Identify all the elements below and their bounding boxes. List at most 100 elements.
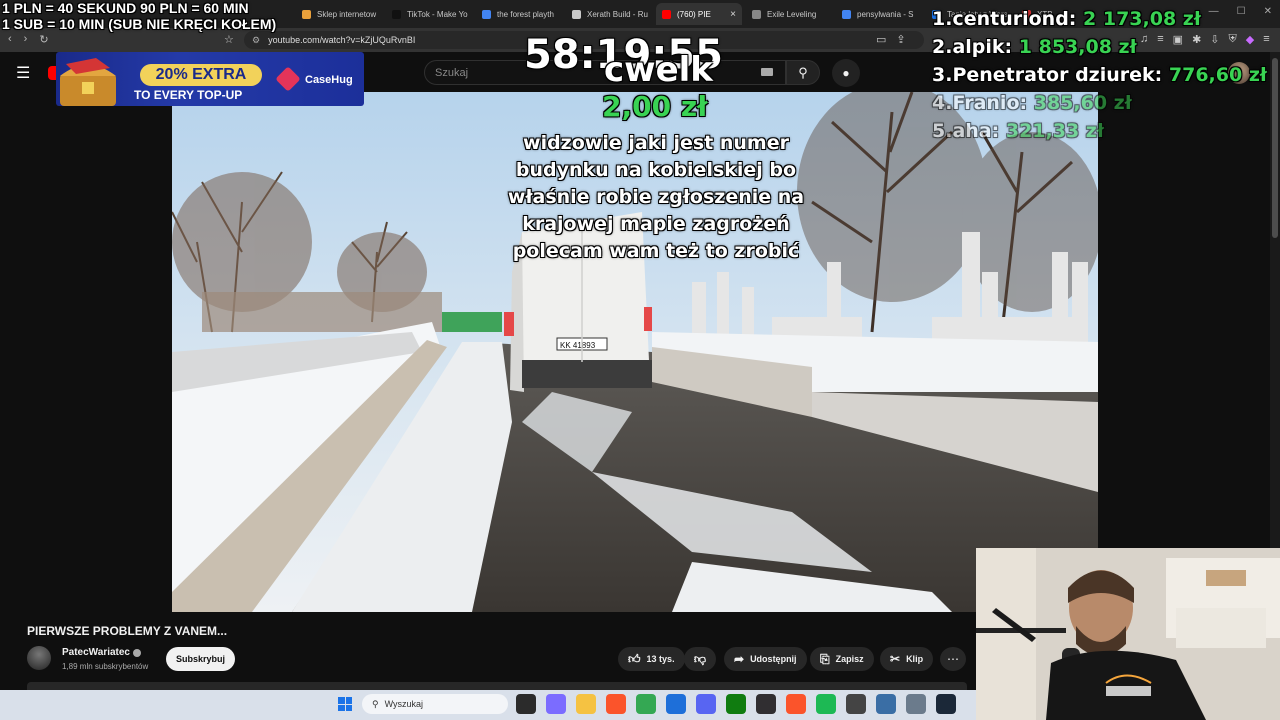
tab-label: the forest playth — [497, 9, 554, 19]
search-button[interactable]: ⚲ — [786, 60, 820, 85]
leaderboard-name: centuriond: — [952, 8, 1077, 30]
browser-tab[interactable]: Xerath Build - Ru — [566, 3, 652, 25]
settings-icon[interactable] — [906, 694, 926, 714]
shield-icon[interactable]: ⛨ — [1229, 33, 1237, 46]
taskbar-search[interactable]: ⚲ Wyszukaj — [362, 694, 508, 714]
extension-icons: ♫ ≡ ▣ ✱ ⇩ ⛨ ◆ ≡ — [1140, 33, 1270, 46]
channel-avatar[interactable] — [27, 646, 51, 670]
tab-label: pensylwania - S — [857, 9, 914, 19]
tab-favicon-icon — [392, 9, 401, 19]
scissors-icon: ✂ — [890, 652, 901, 666]
leaderboard-row: 4.Franio: 385,60 zł — [932, 92, 1132, 114]
chrome-icon[interactable] — [636, 694, 656, 714]
leaderboard-name: aha: — [952, 120, 1000, 142]
save-label: Zapisz — [835, 654, 864, 664]
maximize-icon[interactable]: ☐ — [1237, 6, 1246, 17]
brave-2-icon[interactable] — [786, 694, 806, 714]
discord-icon[interactable] — [696, 694, 716, 714]
ad-brand: CaseHug — [305, 74, 353, 86]
back-icon[interactable]: ‹ — [8, 33, 12, 46]
brave-icon[interactable] — [606, 694, 626, 714]
more-actions-button[interactable]: ⋯ — [940, 647, 966, 671]
taskbar-search-label: Wyszukaj — [384, 699, 424, 709]
window-controls: — ☐ ✕ — [1209, 6, 1272, 17]
leaderboard-amount: 776,60 zł — [1168, 64, 1267, 86]
tab-favicon-icon — [572, 9, 581, 19]
like-button[interactable]: 👍︎ 13 tys. — [618, 647, 685, 671]
bookmark-icon[interactable]: ☆ — [224, 33, 234, 46]
reading-list-icon[interactable]: ≡ — [1157, 33, 1163, 46]
description-box[interactable] — [27, 682, 967, 690]
tab-favicon-icon — [302, 9, 311, 19]
leaderboard-row: 1.centuriond: 2 173,08 zł — [932, 8, 1201, 30]
ai-icon[interactable]: ◆ — [1246, 33, 1254, 46]
file-explorer-icon[interactable] — [576, 694, 596, 714]
windows-start-icon[interactable] — [338, 697, 352, 711]
subscribe-button[interactable]: Subskrybuj — [166, 647, 235, 671]
save-button[interactable]: ⎘ Zapisz — [810, 647, 874, 671]
share-label: Udostępnij — [750, 654, 797, 664]
browser-tab[interactable]: (760) PIE × — [656, 3, 742, 25]
nav-buttons: ‹ › ↻ — [8, 33, 49, 46]
minimize-icon[interactable]: — — [1209, 6, 1219, 17]
browser-tab[interactable]: the forest playth — [476, 3, 562, 25]
extensions-icon[interactable]: ✱ — [1192, 33, 1201, 46]
music-icon[interactable]: ♫ — [1140, 33, 1148, 46]
channel-name[interactable]: PatecWariatec — [62, 647, 130, 658]
close-icon[interactable]: ✕ — [1264, 6, 1272, 17]
clip-button[interactable]: ✂ Klip — [880, 647, 934, 671]
cast-icon[interactable]: ▭ — [876, 33, 886, 46]
task-view-icon[interactable] — [516, 694, 536, 714]
hamburger-menu-icon[interactable]: ☰ — [16, 63, 30, 83]
leaderboard-amount: 2 173,08 zł — [1083, 8, 1201, 30]
browser-tab[interactable]: Sklep internetow — [296, 3, 382, 25]
tab-label: TikTok - Make Yo — [407, 9, 468, 19]
notes-icon[interactable] — [846, 694, 866, 714]
tab-label: Sklep internetow — [317, 9, 377, 19]
menu-dots-icon[interactable]: ≡ — [1263, 33, 1269, 46]
clip-label: Klip — [906, 654, 924, 664]
browser-tab[interactable]: Exile Leveling — [746, 3, 832, 25]
browser-tab[interactable]: TikTok - Make Yo — [386, 3, 472, 25]
download-icon[interactable]: ⇩ — [1210, 33, 1219, 46]
leaderboard-row: 2.alpik: 1 853,08 zł — [932, 36, 1137, 58]
voice-search-button[interactable]: ● — [832, 59, 860, 87]
microphone-icon: ● — [842, 66, 850, 80]
xbox-icon[interactable] — [726, 694, 746, 714]
verified-icon — [133, 649, 141, 657]
store-icon[interactable] — [666, 694, 686, 714]
video-title: PIERWSZE PROBLEMY Z VANEM... — [27, 624, 228, 638]
obs-icon[interactable] — [756, 694, 776, 714]
license-plate: KK 41893 — [560, 341, 596, 350]
share-button[interactable]: ➦ Udostępnij — [724, 647, 807, 671]
url-text: youtube.com/watch?v=kZjUQuRvnBI — [268, 35, 416, 45]
leaderboard-name: alpik: — [952, 36, 1013, 58]
scrollbar-thumb[interactable] — [1272, 58, 1278, 238]
subscriber-count: 1,89 mln subskrybentów — [62, 662, 149, 671]
streamer-webcam — [976, 548, 1280, 720]
share-icon[interactable]: ⇪ — [896, 33, 905, 46]
copilot-icon[interactable] — [546, 694, 566, 714]
ad-headline: 20% EXTRA — [140, 64, 262, 86]
dislike-button[interactable]: 👎︎ — [684, 647, 716, 671]
forward-icon[interactable]: › — [24, 33, 28, 46]
tab-label: (760) PIE — [677, 9, 711, 19]
reload-icon[interactable]: ↻ — [39, 33, 48, 46]
steam-icon[interactable] — [936, 694, 956, 714]
ad-subline: TO EVERY TOP-UP — [134, 88, 243, 102]
site-info-icon[interactable]: ⚙ — [252, 35, 260, 46]
taskbar-search-icon: ⚲ — [372, 698, 379, 709]
search-icon: ⚲ — [798, 64, 808, 80]
tab-label: Xerath Build - Ru — [587, 9, 648, 19]
keyboard-icon[interactable] — [761, 68, 773, 76]
leaderboard-rank: 3. — [932, 64, 953, 86]
wallet-icon[interactable]: ▣ — [1173, 33, 1183, 46]
tab-label: Exile Leveling — [767, 9, 817, 19]
leaderboard-name: Franio: — [952, 92, 1028, 114]
thumbs-up-icon: 👍︎ — [628, 651, 641, 666]
tab-close-icon[interactable]: × — [730, 9, 736, 20]
calculator-icon[interactable] — [876, 694, 896, 714]
spotify-icon[interactable] — [816, 694, 836, 714]
browser-tab[interactable]: pensylwania - S — [836, 3, 922, 25]
leaderboard-amount: 1 853,08 zł — [1018, 36, 1137, 58]
